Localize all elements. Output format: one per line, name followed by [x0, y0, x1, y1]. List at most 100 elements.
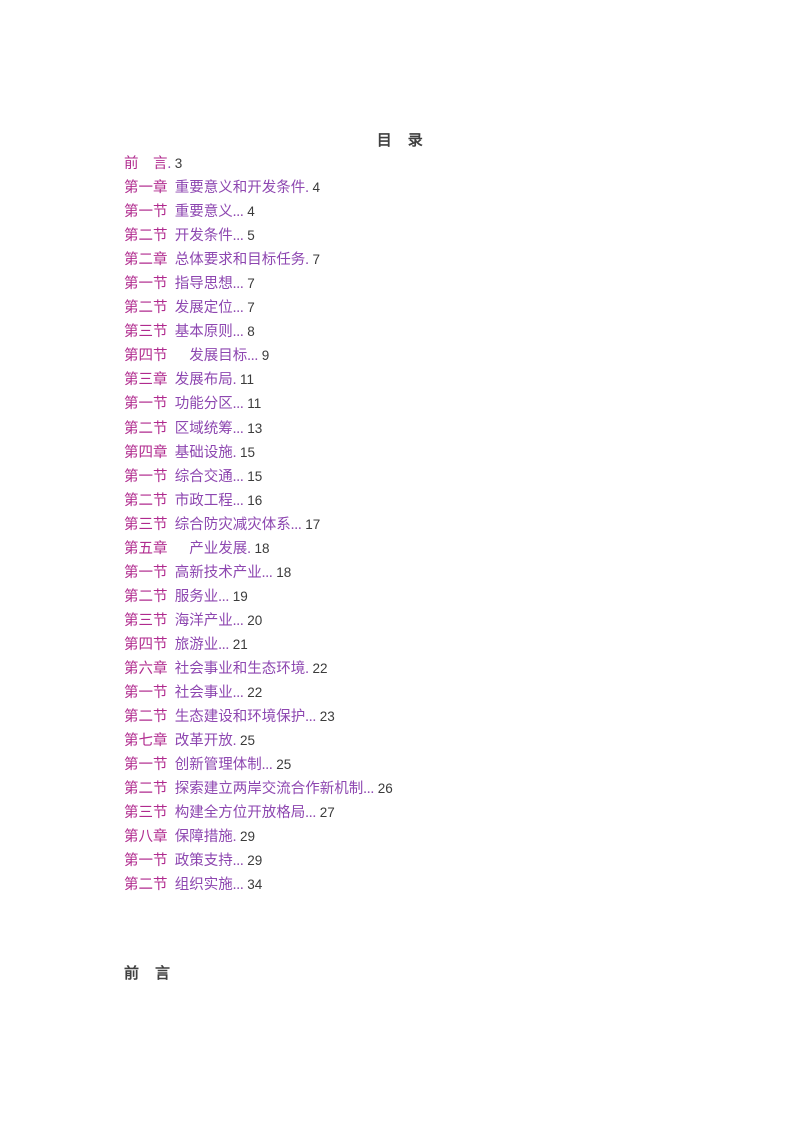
toc-page-number: 4	[247, 204, 255, 220]
toc-entry-title: 高新技术产业	[174, 564, 262, 581]
toc-entry-label: 第一节	[124, 853, 168, 870]
toc-entry-title: 综合交通	[174, 468, 233, 485]
toc-entry-label: 第二节	[124, 228, 168, 245]
toc-entry-title: 构建全方位开放格局	[174, 805, 306, 822]
toc-entry[interactable]: 第一节 创新管理体制... 25	[124, 753, 744, 777]
toc-entry[interactable]: 第八章 保障措施. 29	[124, 825, 744, 849]
toc-entry[interactable]: 第三章 发展布局. 11	[124, 368, 744, 392]
toc-leader-dots: ...	[232, 204, 244, 221]
toc-entry-title: 开发条件	[174, 228, 233, 245]
toc-page-number: 26	[377, 781, 393, 797]
toc-leader-dots: ...	[232, 612, 244, 629]
toc-entry[interactable]: 第二章 总体要求和目标任务. 7	[124, 248, 744, 272]
toc-page-number: 11	[247, 396, 262, 412]
toc-entry[interactable]: 第一章 重要意义和开发条件. 4	[124, 176, 744, 200]
toc-leader-dots: ...	[363, 781, 375, 798]
toc-entry[interactable]: 第二节 生态建设和环境保护... 23	[124, 705, 744, 729]
toc-page-number: 9	[261, 348, 270, 364]
toc-entry-title: 功能分区	[174, 396, 233, 413]
toc-page-number: 22	[312, 660, 328, 676]
toc-entry-title: 区域统筹	[174, 420, 233, 437]
toc-entry-label: 第八章	[124, 829, 168, 846]
toc-entry[interactable]: 前 言. 3	[124, 152, 744, 176]
toc-page-number: 23	[319, 709, 335, 725]
toc-leader-dots: ...	[305, 805, 317, 822]
toc-page-number: 11	[240, 372, 255, 388]
toc-entry[interactable]: 第四节 旅游业... 21	[124, 633, 744, 657]
toc-entry[interactable]: 第七章 改革开放. 25	[124, 729, 744, 753]
toc-entry[interactable]: 第二节 探索建立两岸交流合作新机制... 26	[124, 777, 744, 801]
toc-entry[interactable]: 第一节 指导思想... 7	[124, 272, 744, 296]
toc-leader-dots: .	[305, 180, 309, 197]
toc-leader-dots: ...	[232, 420, 244, 437]
toc-page-number: 15	[240, 444, 256, 460]
toc-page-number: 20	[247, 612, 263, 628]
toc-leader-dots: ...	[232, 324, 244, 341]
toc-page-number: 7	[312, 252, 321, 268]
toc-entry-label: 第一节	[124, 757, 168, 774]
toc-entry-title: 基础设施	[174, 444, 233, 461]
toc-entry[interactable]: 第二节 服务业... 19	[124, 585, 744, 609]
toc-entry[interactable]: 第六章 社会事业和生态环境. 22	[124, 657, 744, 681]
toc-leader-dots: .	[305, 252, 309, 269]
toc-page-number: 25	[276, 757, 292, 773]
toc-entry[interactable]: 第三节 构建全方位开放格局... 27	[124, 801, 744, 825]
toc-entry[interactable]: 第一节 综合交通... 15	[124, 465, 744, 489]
toc-entry-title: 基本原则	[174, 324, 233, 341]
toc-entry[interactable]: 第一节 高新技术产业... 18	[124, 561, 744, 585]
toc-entry-title: 发展目标	[174, 348, 248, 365]
toc-entry-title: 发展布局	[174, 372, 233, 389]
toc-entry-label: 第三章	[124, 372, 168, 389]
toc-entry-title: 创新管理体制	[174, 757, 262, 774]
toc-page-number: 25	[240, 733, 256, 749]
toc-leader-dots: ...	[232, 228, 244, 245]
toc-entry-label: 第四节	[124, 348, 168, 365]
toc-leader-dots: .	[232, 829, 237, 846]
toc-page-number: 18	[276, 564, 292, 580]
toc-leader-dots: ...	[232, 396, 244, 413]
toc-page-number: 7	[247, 276, 255, 292]
toc-entry[interactable]: 第二节 市政工程... 16	[124, 489, 744, 513]
toc-entry[interactable]: 第一节 政策支持... 29	[124, 849, 744, 873]
toc-leader-dots: ...	[261, 757, 273, 774]
section-heading-preface: 前 言	[124, 965, 171, 982]
toc-entry[interactable]: 第二节 组织实施... 34	[124, 873, 744, 897]
toc-entry-title: 发展定位	[174, 300, 233, 317]
toc-leader-dots: ...	[247, 348, 259, 365]
toc-entry-label: 第二节	[124, 709, 168, 726]
toc-page-number: 29	[240, 829, 256, 845]
toc-entry[interactable]: 第五章 产业发展. 18	[124, 537, 744, 561]
toc-page-number: 4	[312, 180, 321, 196]
toc-page-number: 16	[247, 492, 263, 508]
toc-entry-label: 第二节	[124, 420, 168, 437]
toc-leader-dots: ...	[232, 685, 244, 702]
toc-page-number: 8	[247, 324, 255, 340]
toc-entry[interactable]: 第一节 重要意义... 4	[124, 200, 744, 224]
toc-entry-label: 第四章	[124, 444, 168, 461]
toc-leader-dots: ...	[218, 636, 230, 653]
toc-entry-title: 服务业	[174, 588, 219, 605]
toc-leader-dots: ...	[218, 588, 230, 605]
toc-leader-dots: ...	[232, 877, 244, 894]
toc-entry[interactable]: 第三节 综合防灾减灾体系... 17	[124, 513, 744, 537]
toc-leader-dots: ...	[232, 300, 244, 317]
toc-entry[interactable]: 第二节 区域统筹... 13	[124, 417, 744, 441]
toc-entry[interactable]: 第二节 发展定位... 7	[124, 296, 744, 320]
toc-entry[interactable]: 第二节 开发条件... 5	[124, 224, 744, 248]
toc-entry[interactable]: 第四节 发展目标... 9	[124, 344, 744, 368]
toc-entry[interactable]: 第一节 社会事业... 22	[124, 681, 744, 705]
toc-entry-title: 总体要求和目标任务	[174, 252, 306, 269]
toc-entry-title: 综合防灾减灾体系	[174, 516, 291, 533]
toc-entry[interactable]: 第四章 基础设施. 15	[124, 441, 744, 465]
toc-entry-label: 第三节	[124, 324, 168, 341]
toc-entry[interactable]: 第三节 基本原则... 8	[124, 320, 744, 344]
toc-entry-title: 指导思想	[174, 276, 233, 293]
toc-leader-dots: ...	[290, 516, 302, 533]
toc-entry-title: 重要意义和开发条件	[174, 180, 306, 197]
toc-page-number: 7	[247, 300, 255, 316]
toc-page-number: 15	[247, 468, 263, 484]
toc-entry[interactable]: 第三节 海洋产业... 20	[124, 609, 744, 633]
toc-leader-dots: .	[232, 733, 237, 750]
toc-entry[interactable]: 第一节 功能分区... 11	[124, 392, 744, 416]
toc-leader-dots: ...	[305, 709, 317, 726]
